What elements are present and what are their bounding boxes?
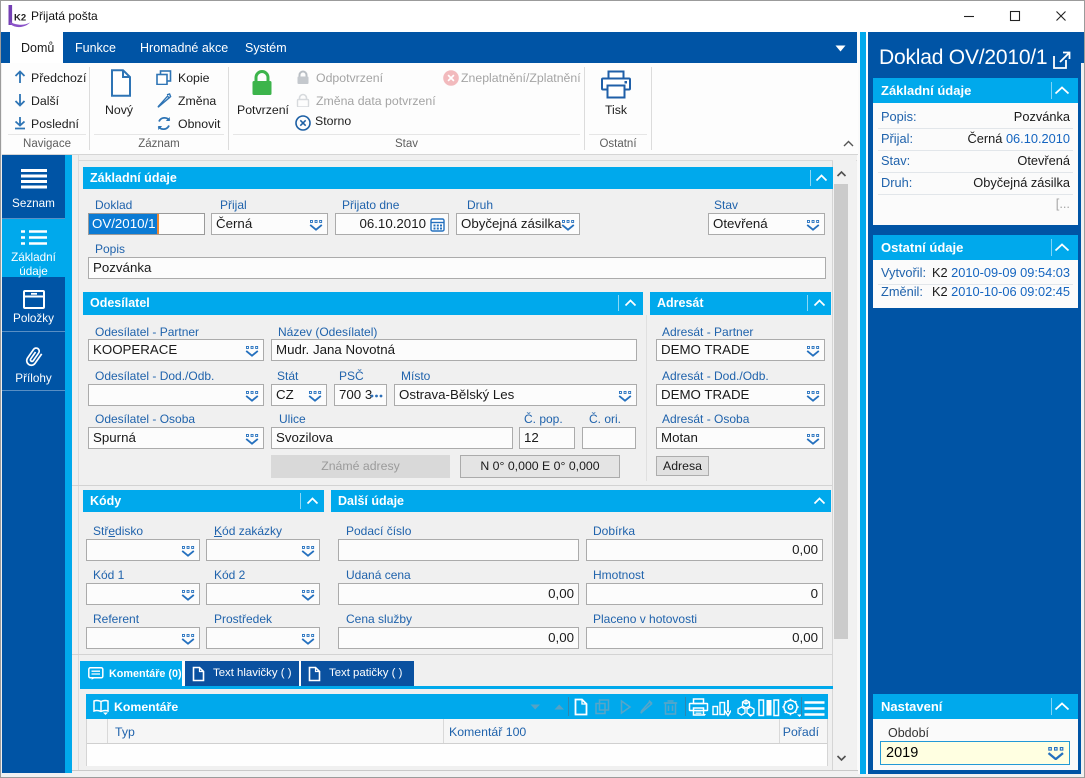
svg-text:K2: K2 (14, 13, 26, 24)
